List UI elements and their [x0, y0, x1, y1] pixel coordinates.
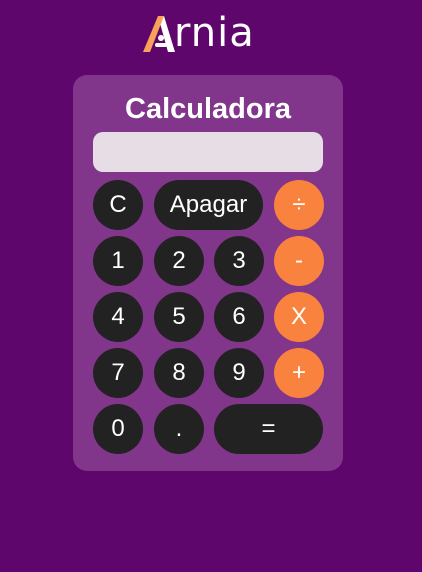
- clear-button[interactable]: C: [93, 180, 143, 230]
- equals-button[interactable]: =: [214, 404, 323, 454]
- calculator-card: Calculadora C Apagar ÷ 1 2 3 - 4 5 6 X 7…: [73, 75, 343, 471]
- multiply-button[interactable]: X: [274, 292, 324, 342]
- digit-3-button[interactable]: 3: [214, 236, 264, 286]
- divide-button[interactable]: ÷: [274, 180, 324, 230]
- digit-0-button[interactable]: 0: [93, 404, 143, 454]
- digit-4-button[interactable]: 4: [93, 292, 143, 342]
- minus-button[interactable]: -: [274, 236, 324, 286]
- digit-9-button[interactable]: 9: [214, 348, 264, 398]
- arnia-logo-icon: [143, 16, 175, 52]
- digit-7-button[interactable]: 7: [93, 348, 143, 398]
- digit-8-button[interactable]: 8: [154, 348, 204, 398]
- digit-6-button[interactable]: 6: [214, 292, 264, 342]
- arnia-logo: rnia: [142, 12, 282, 54]
- digit-5-button[interactable]: 5: [154, 292, 204, 342]
- display-input[interactable]: [93, 132, 323, 172]
- plus-button[interactable]: +: [274, 348, 324, 398]
- calculator-title: Calculadora: [125, 93, 291, 125]
- digit-2-button[interactable]: 2: [154, 236, 204, 286]
- digit-1-button[interactable]: 1: [93, 236, 143, 286]
- erase-button[interactable]: Apagar: [154, 180, 263, 230]
- logo-text: rnia: [174, 10, 255, 56]
- decimal-point-button[interactable]: .: [154, 404, 204, 454]
